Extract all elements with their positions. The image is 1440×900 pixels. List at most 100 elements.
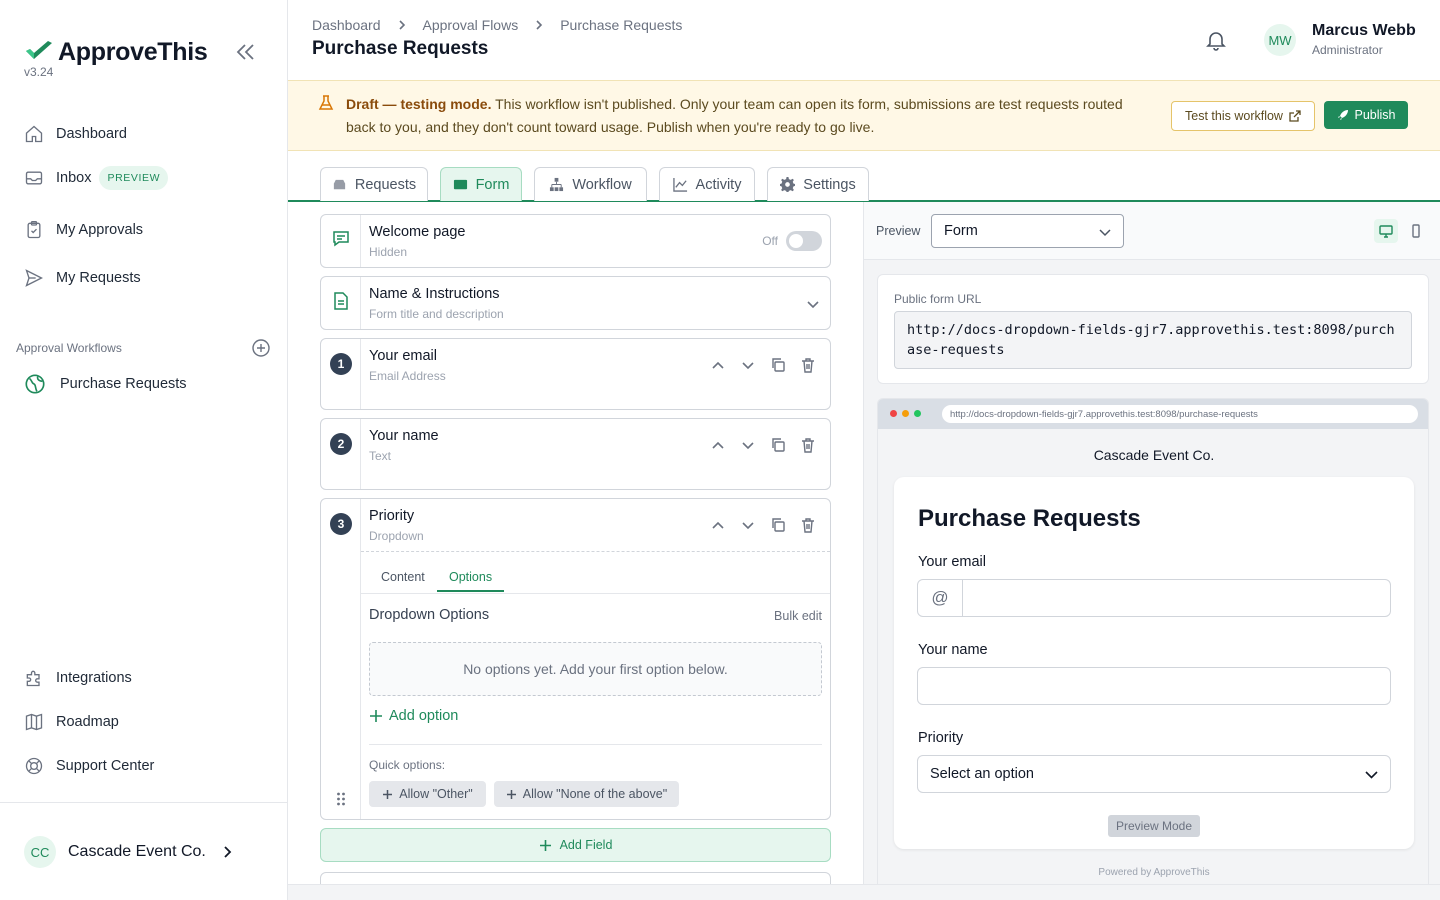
toggle-label: Off [762, 234, 778, 248]
tab-activity[interactable]: Activity [659, 167, 755, 201]
welcome-page-card[interactable]: Welcome page Hidden Off [320, 214, 831, 268]
quick-option-none-of-the-above[interactable]: Allow "None of the above" [494, 781, 679, 807]
chevron-right-icon [536, 20, 543, 30]
divider [369, 744, 822, 745]
document-icon [334, 292, 348, 310]
desktop-view-icon[interactable] [1374, 219, 1398, 243]
user-name[interactable]: Marcus Webb [1312, 22, 1416, 40]
tab-form[interactable]: Form [440, 167, 522, 201]
browser-address-bar: http://docs-dropdown-fields-gjr7.approve… [942, 405, 1418, 423]
nav-support-center[interactable]: Support Center [24, 756, 154, 776]
empty-options-message: No options yet. Add your first option be… [369, 642, 822, 696]
tab-label: Requests [354, 176, 417, 193]
field-card-your-email[interactable]: 1 Your email Email Address [320, 338, 831, 410]
chevron-down-icon [1099, 229, 1111, 237]
public-url-field[interactable]: http://docs-dropdown-fields-gjr7.approve… [894, 311, 1412, 369]
flask-icon [318, 95, 334, 110]
org-switcher[interactable]: CC Cascade Event Co. [24, 836, 234, 868]
plus-icon [383, 789, 393, 799]
field-type: Dropdown [369, 529, 424, 543]
field-type: Text [369, 449, 392, 463]
trash-icon[interactable] [800, 517, 816, 533]
email-input[interactable]: @ [917, 579, 1391, 617]
field-card-your-name[interactable]: 2 Your name Text [320, 418, 831, 490]
browser-bar: http://docs-dropdown-fields-gjr7.approve… [878, 399, 1428, 429]
subtab-options[interactable]: Options [437, 570, 505, 592]
welcome-page-toggle[interactable] [786, 231, 822, 251]
workflow-tabs: Requests Form Workflow Activity Settings [288, 151, 1440, 202]
field-number-badge: 1 [330, 353, 352, 375]
preview-select-value: Form [944, 223, 978, 239]
chevron-right-icon [224, 846, 232, 858]
workflow-item-purchase-requests[interactable]: Purchase Requests [24, 373, 187, 395]
next-card-peek [320, 872, 831, 884]
name-input[interactable] [917, 667, 1391, 705]
breadcrumb-dashboard[interactable]: Dashboard [312, 17, 381, 33]
sidebar-divider [0, 802, 287, 803]
bulk-edit-link[interactable]: Bulk edit [774, 609, 822, 623]
form-org-name: Cascade Event Co. [1093, 447, 1215, 463]
external-link-icon [1289, 110, 1301, 122]
add-field-label: Add Field [559, 838, 613, 852]
duplicate-icon[interactable] [770, 357, 786, 373]
send-icon [25, 269, 43, 287]
globe-icon [25, 374, 45, 394]
form-preview-card: Purchase Requests Your email @ Your name… [894, 477, 1414, 849]
preview-badge: PREVIEW [99, 166, 169, 190]
preview-label: Preview [876, 224, 921, 238]
test-workflow-button[interactable]: Test this workflow [1171, 101, 1315, 131]
move-down-icon[interactable] [740, 357, 756, 373]
tab-workflow[interactable]: Workflow [534, 167, 647, 201]
collapse-sidebar-icon[interactable] [234, 40, 258, 64]
user-avatar[interactable]: MW [1264, 24, 1296, 56]
preview-mode-select[interactable]: Form [931, 214, 1124, 248]
duplicate-icon[interactable] [770, 517, 786, 533]
draft-banner: Draft — testing mode. This workflow isn'… [288, 80, 1440, 151]
add-field-button[interactable]: Add Field [320, 828, 831, 862]
inbox-icon [25, 171, 43, 185]
checkmark-logo-icon [26, 40, 52, 59]
card-gutter [321, 215, 361, 267]
duplicate-icon[interactable] [770, 437, 786, 453]
page-title: Purchase Requests [312, 38, 489, 59]
inbox-tray-icon [333, 179, 345, 190]
move-up-icon[interactable] [710, 357, 726, 373]
move-down-icon[interactable] [740, 517, 756, 533]
nav-inbox[interactable]: Inbox PREVIEW [24, 166, 169, 190]
bell-icon[interactable] [1204, 28, 1228, 52]
card-gutter [321, 499, 361, 819]
field-title: Your name [369, 428, 439, 444]
tab-settings[interactable]: Settings [767, 167, 869, 201]
plus-icon [539, 839, 551, 851]
trash-icon[interactable] [800, 437, 816, 453]
nav-integrations[interactable]: Integrations [24, 668, 132, 688]
move-down-icon[interactable] [740, 437, 756, 453]
move-up-icon[interactable] [710, 437, 726, 453]
quick-option-other[interactable]: Allow "Other" [369, 781, 486, 807]
add-workflow-icon[interactable] [252, 339, 270, 357]
mobile-view-icon[interactable] [1404, 219, 1428, 243]
field-subtabs: Content Options [361, 552, 830, 594]
add-option-button[interactable]: Add option [369, 708, 458, 724]
tab-requests[interactable]: Requests [320, 167, 428, 201]
drag-handle-icon[interactable] [336, 791, 346, 807]
chevron-down-icon[interactable] [806, 297, 820, 311]
nav-roadmap[interactable]: Roadmap [24, 712, 119, 732]
nav-dashboard[interactable]: Dashboard [24, 124, 127, 144]
card-gutter [321, 277, 361, 329]
subtab-content[interactable]: Content [381, 570, 425, 584]
workflow-label: Purchase Requests [60, 376, 187, 392]
nav-my-approvals[interactable]: My Approvals [24, 220, 143, 240]
move-up-icon[interactable] [710, 517, 726, 533]
nav-label: Roadmap [56, 714, 119, 730]
trash-icon[interactable] [800, 357, 816, 373]
publish-button[interactable]: Publish [1324, 101, 1408, 129]
card-title: Welcome page [369, 224, 466, 240]
field-card-priority[interactable]: 3 Priority Dropdown Content Options Drop… [320, 498, 831, 820]
app-logo[interactable]: ApproveThis [24, 38, 208, 67]
priority-select[interactable]: Select an option [917, 755, 1391, 793]
breadcrumb-approval-flows[interactable]: Approval Flows [423, 17, 519, 33]
nav-my-requests[interactable]: My Requests [24, 268, 141, 288]
name-instructions-card[interactable]: Name & Instructions Form title and descr… [320, 276, 831, 330]
tab-label: Form [475, 176, 510, 193]
